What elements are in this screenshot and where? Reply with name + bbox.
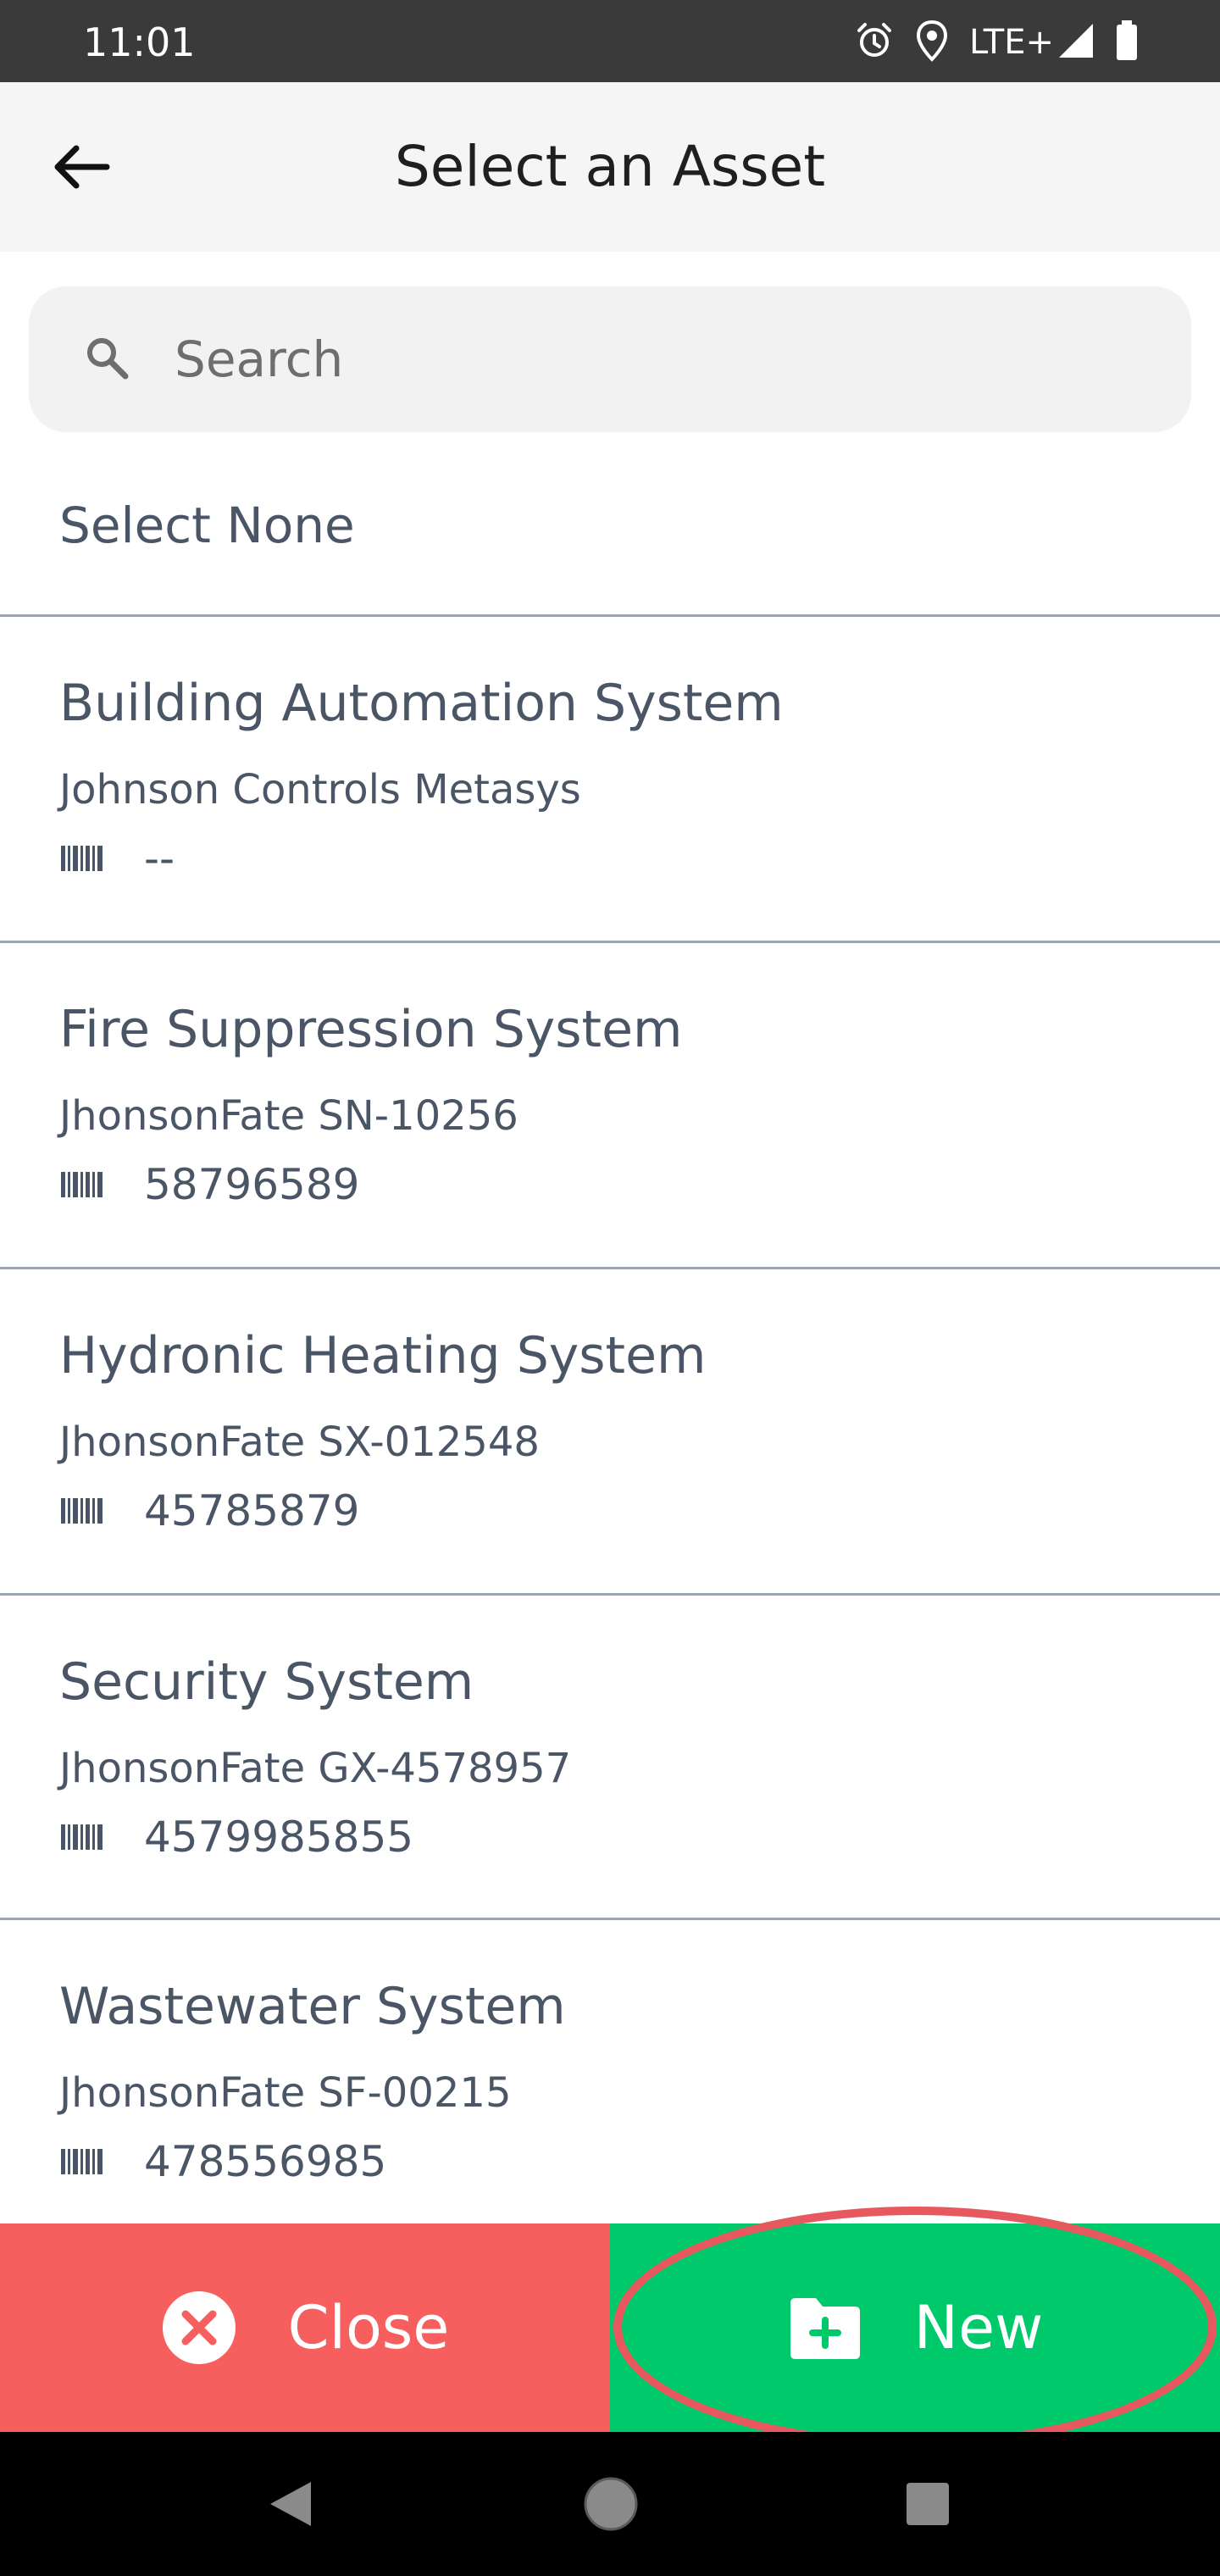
barcode-icon xyxy=(61,1172,103,1197)
status-bar: 11:01 LTE+ xyxy=(0,0,1220,82)
status-icons: LTE+ xyxy=(834,17,1139,68)
search-input[interactable] xyxy=(175,317,1149,402)
battery-icon xyxy=(1115,20,1139,64)
asset-model: Johnson Controls Metasys xyxy=(59,766,581,813)
asset-serial: -- xyxy=(144,834,175,883)
page-title: Select an Asset xyxy=(394,134,826,199)
asset-name: Hydronic Heating System xyxy=(59,1326,707,1385)
asset-serial: 4579985855 xyxy=(144,1813,414,1862)
alarm-icon xyxy=(854,20,895,64)
location-icon xyxy=(915,19,949,66)
status-time: 11:01 xyxy=(83,19,196,65)
asset-name: Wastewater System xyxy=(59,1977,566,2036)
nav-home-button[interactable] xyxy=(581,2474,640,2534)
asset-picker-screen: 11:01 LTE+ Select an Asset Search Select… xyxy=(0,0,1220,2576)
search-box[interactable] xyxy=(29,286,1191,432)
circle-home-icon xyxy=(584,2477,638,2531)
navigation-bar xyxy=(0,2432,1220,2576)
asset-item[interactable]: Fire Suppression System JhonsonFate SN-1… xyxy=(0,943,1220,1269)
network-type: LTE+ xyxy=(969,23,1054,62)
asset-serial: 478556985 xyxy=(144,2137,387,2186)
asset-name: Fire Suppression System xyxy=(59,1000,683,1059)
square-recents-icon xyxy=(907,2483,949,2525)
asset-model: JhonsonFate GX-4578957 xyxy=(59,1745,572,1792)
asset-item[interactable]: Hydronic Heating System JhonsonFate SX-0… xyxy=(0,1269,1220,1595)
barcode-icon xyxy=(61,1498,103,1524)
nav-recents-button[interactable] xyxy=(898,2474,957,2534)
barcode-icon xyxy=(61,1824,103,1850)
asset-name: Building Automation System xyxy=(59,674,784,733)
new-label: New xyxy=(913,2293,1044,2362)
asset-item[interactable]: Security System JhonsonFate GX-4578957 4… xyxy=(0,1596,1220,1921)
folder-plus-icon xyxy=(790,2298,860,2359)
asset-model: JhonsonFate SN-10256 xyxy=(59,1092,518,1140)
asset-serial: 45785879 xyxy=(144,1486,360,1535)
close-circle-icon xyxy=(162,2291,236,2364)
search-icon xyxy=(87,338,129,380)
asset-serial: 58796589 xyxy=(144,1160,360,1209)
asset-item[interactable]: Building Automation System Johnson Contr… xyxy=(0,617,1220,942)
asset-item[interactable]: Wastewater System JhonsonFate SF-00215 4… xyxy=(0,1920,1220,2246)
barcode-icon xyxy=(61,2149,103,2174)
asset-model: JhonsonFate SX-012548 xyxy=(59,1418,540,1466)
barcode-icon xyxy=(61,846,103,871)
new-button[interactable]: New xyxy=(610,2223,1220,2432)
close-label: Close xyxy=(287,2293,450,2362)
app-header: Select an Asset xyxy=(0,82,1220,252)
close-button[interactable]: Close xyxy=(0,2223,610,2432)
signal-icon xyxy=(1057,22,1095,63)
triangle-back-icon xyxy=(270,2482,311,2526)
select-none-option[interactable]: Select None xyxy=(59,491,355,559)
asset-name: Security System xyxy=(59,1652,474,1712)
asset-model: JhonsonFate SF-00215 xyxy=(59,2069,512,2117)
nav-back-button[interactable] xyxy=(261,2474,320,2534)
